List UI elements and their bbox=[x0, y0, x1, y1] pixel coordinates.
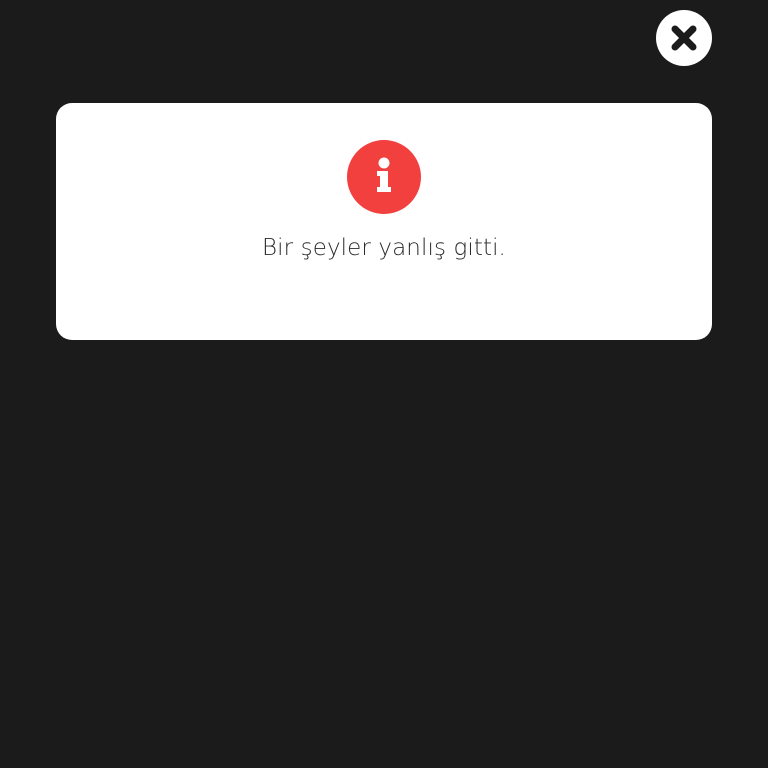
error-message: Bir şeyler yanlış gitti. bbox=[262, 235, 506, 261]
close-icon bbox=[671, 25, 697, 51]
error-dialog: Bir şeyler yanlış gitti. bbox=[56, 103, 712, 340]
info-icon bbox=[347, 140, 421, 214]
close-button[interactable] bbox=[656, 10, 712, 66]
